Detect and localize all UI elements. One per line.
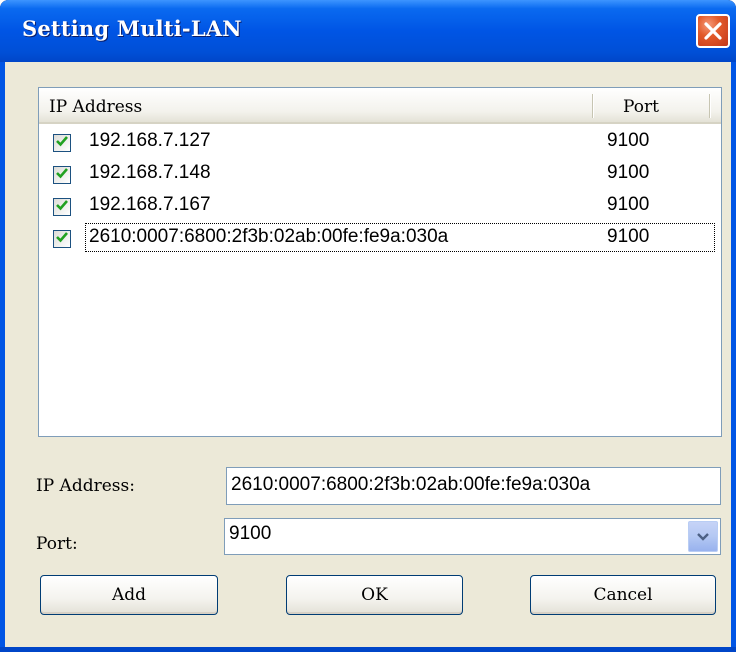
chevron-down-icon [696,526,710,548]
row-checkbox[interactable] [53,230,71,248]
ok-button[interactable]: OK [286,575,463,615]
row-port: 9100 [607,226,650,247]
checkmark-icon [55,132,69,154]
row-port: 9100 [607,194,650,215]
row-port: 9100 [607,162,650,183]
row-ip-address: 192.168.7.167 [89,194,211,215]
list-header: IP Address Port [39,88,721,124]
ip-address-input[interactable]: 2610:0007:6800:2f3b:02ab:00fe:fe9a:030a [226,467,721,505]
close-button[interactable] [696,14,730,48]
row-ip-address: 2610:0007:6800:2f3b:02ab:00fe:fe9a:030a [89,226,449,247]
list-item[interactable]: 192.168.7.127 9100 [39,126,721,158]
window-title: Setting Multi-LAN [22,16,242,41]
port-label: Port: [36,534,78,554]
port-combobox-value: 9100 [229,523,272,544]
close-icon [703,21,723,41]
column-divider[interactable] [592,94,594,118]
row-checkbox[interactable] [53,166,71,184]
add-button[interactable]: Add [40,575,218,615]
list-item[interactable]: 192.168.7.148 9100 [39,158,721,190]
row-checkbox[interactable] [53,134,71,152]
list-item[interactable]: 192.168.7.167 9100 [39,190,721,222]
checkmark-icon [55,196,69,218]
ip-list[interactable]: IP Address Port 192.168.7.127 9100 192.1… [38,87,722,437]
row-port: 9100 [607,130,650,151]
list-item-selected[interactable]: 2610:0007:6800:2f3b:02ab:00fe:fe9a:030a … [39,222,721,254]
checkmark-icon [55,164,69,186]
row-ip-address: 192.168.7.148 [89,162,211,183]
port-dropdown-button[interactable] [688,521,718,552]
column-divider[interactable] [709,94,711,118]
row-checkbox[interactable] [53,198,71,216]
cancel-button[interactable]: Cancel [530,575,716,615]
window-border-bottom [0,647,736,652]
ip-address-label: IP Address: [36,476,135,496]
column-header-ip-address[interactable]: IP Address [49,97,142,117]
title-bar[interactable]: Setting Multi-LAN [0,0,736,62]
dialog-body: IP Address Port 192.168.7.127 9100 192.1… [5,62,731,647]
column-header-port[interactable]: Port [623,97,659,117]
dialog-window: Setting Multi-LAN IP Address Port 192.16… [0,0,736,652]
row-ip-address: 192.168.7.127 [89,130,211,151]
window-border-right [731,62,736,652]
port-combobox[interactable]: 9100 [224,518,721,555]
checkmark-icon [55,228,69,250]
